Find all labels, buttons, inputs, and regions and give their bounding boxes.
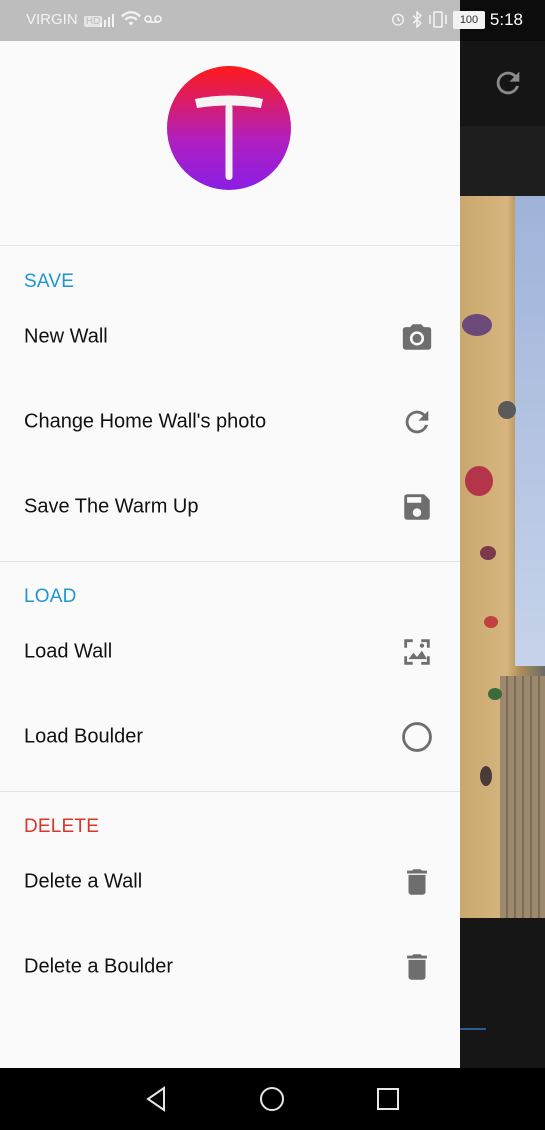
section-label-delete: DELETE (24, 816, 100, 837)
menu-item-label: New Wall (24, 325, 108, 348)
camera-icon (402, 324, 432, 350)
menu-item-save-warm-up[interactable]: Save The Warm Up (0, 465, 460, 549)
circle-icon (402, 722, 432, 752)
menu-item-label: Delete a Boulder (24, 955, 173, 978)
status-bar: VIRGIN HD 100 5:18 (0, 0, 545, 41)
refresh-icon (405, 410, 429, 434)
background-wall-photo (460, 196, 545, 918)
floppy-disk-icon (404, 494, 430, 520)
navigation-drawer: SAVE New Wall Change Home Wall's photo S… (0, 0, 460, 1068)
menu-item-delete-boulder[interactable]: Delete a Boulder (0, 925, 460, 1009)
menu-item-label: Save The Warm Up (24, 495, 199, 518)
trash-icon (407, 954, 427, 980)
menu-item-label: Load Boulder (24, 725, 143, 748)
battery-icon: 100 (453, 11, 485, 29)
image-icon (404, 639, 430, 665)
carrier-name: VIRGIN HD (26, 11, 103, 28)
vibrate-icon (429, 11, 447, 28)
section-label-save: SAVE (24, 271, 75, 292)
menu-item-label: Load Wall (24, 640, 113, 663)
section-label-load: LOAD (24, 586, 77, 607)
menu-item-change-home-wall-photo[interactable]: Change Home Wall's photo (0, 380, 460, 464)
menu-item-label: Change Home Wall's photo (24, 410, 267, 433)
section-divider (0, 791, 460, 792)
background-refresh-icon[interactable] (491, 66, 525, 100)
home-circle-icon[interactable] (255, 1082, 289, 1116)
menu-item-load-wall[interactable]: Load Wall (0, 610, 460, 694)
menu-item-load-boulder[interactable]: Load Boulder (0, 695, 460, 779)
back-triangle-icon[interactable] (139, 1082, 173, 1116)
recents-square-icon[interactable] (371, 1082, 405, 1116)
navigation-bar (0, 1068, 545, 1130)
clock: 5:18 (489, 10, 523, 29)
wifi-icon (121, 11, 141, 26)
menu-item-delete-wall[interactable]: Delete a Wall (0, 840, 460, 924)
voicemail-icon (144, 15, 162, 23)
menu-item-new-wall[interactable]: New Wall (0, 295, 460, 379)
drawer-header (0, 41, 460, 246)
signal-icon (100, 14, 114, 27)
trash-icon (407, 869, 427, 895)
bluetooth-icon (412, 11, 422, 28)
section-divider (0, 561, 460, 562)
app-logo-t-icon (167, 66, 291, 190)
alarm-icon (392, 13, 404, 26)
menu-item-label: Delete a Wall (24, 870, 143, 893)
background-bottom-area (460, 918, 545, 1068)
